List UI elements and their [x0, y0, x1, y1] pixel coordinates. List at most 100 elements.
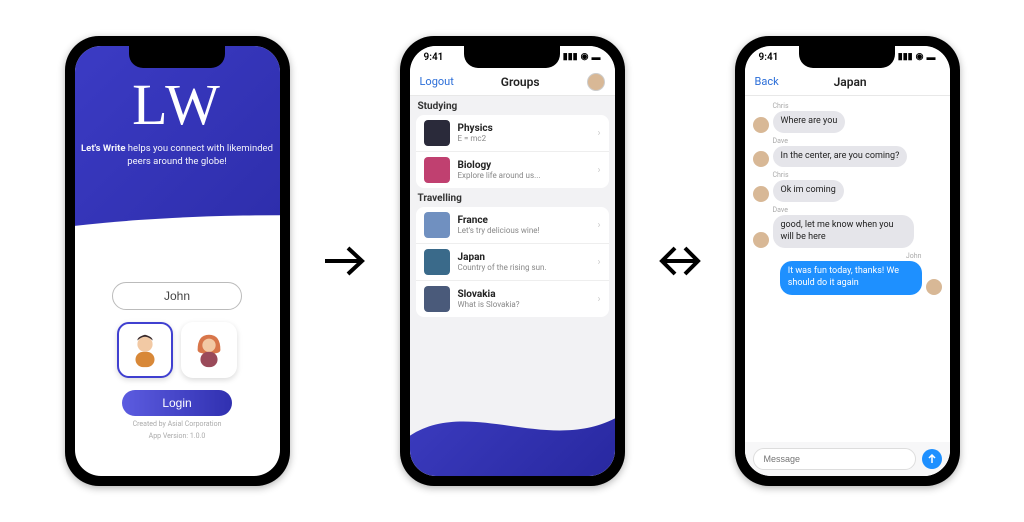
avatar-picker	[117, 322, 237, 378]
status-time: 9:41	[759, 52, 779, 63]
groups-body[interactable]: StudyingPhysicsE = mc2›BiologyExplore li…	[410, 96, 615, 476]
avatar-option-female[interactable]	[181, 322, 237, 378]
list-item-text: BiologyExplore life around us...	[458, 160, 590, 180]
list-item[interactable]: FranceLet's try delicious wine! ›	[416, 207, 609, 244]
battery-icon: ▬	[927, 52, 936, 63]
status-icons: ▮▮▮ ◉ ▬	[563, 52, 601, 63]
chevron-right-icon: ›	[597, 128, 600, 139]
message-sender: Chris	[773, 171, 844, 179]
section-header: Travelling	[410, 188, 615, 207]
message-column: JohnIt was fun today, thanks! We should …	[780, 252, 922, 294]
back-link[interactable]: Back	[755, 75, 779, 88]
list-item-title: Physics	[458, 123, 590, 134]
wifi-icon: ◉	[581, 52, 589, 62]
version-text: App Version: 1.0.0	[149, 432, 206, 440]
list-item-title: Biology	[458, 160, 590, 171]
notch	[799, 46, 895, 68]
phone-groups: 9:41 ▮▮▮ ◉ ▬ Logout Groups StudyingPhysi…	[400, 36, 625, 486]
page-title: Japan	[834, 75, 867, 89]
name-input[interactable]	[112, 282, 242, 310]
profile-avatar[interactable]	[587, 73, 605, 91]
signal-icon: ▮▮▮	[898, 52, 913, 62]
send-button[interactable]	[922, 449, 942, 469]
message-bubble: Ok im coming	[773, 180, 844, 202]
list-item-subtitle: Country of the rising sun.	[458, 263, 590, 272]
decorative-wave	[410, 396, 615, 476]
groups-screen: 9:41 ▮▮▮ ◉ ▬ Logout Groups StudyingPhysi…	[410, 46, 615, 476]
list-card: FranceLet's try delicious wine!›JapanCou…	[416, 207, 609, 317]
avatar-option-male[interactable]	[117, 322, 173, 378]
list-item[interactable]: BiologyExplore life around us...›	[416, 152, 609, 188]
created-by-text: Created by Asial Corporation	[133, 420, 222, 428]
tagline: Let's Write helps you connect with likem…	[75, 142, 280, 169]
login-button[interactable]: Login	[122, 390, 232, 416]
message-row: ChrisOk im coming	[753, 171, 942, 202]
message-sender: Dave	[773, 137, 908, 145]
arrow-up-icon	[927, 454, 937, 464]
message-avatar	[926, 279, 942, 295]
message-column: Davegood, let me know when you will be h…	[773, 206, 915, 248]
message-row: DaveIn the center, are you coming?	[753, 137, 942, 168]
list-item-text: JapanCountry of the rising sun.	[458, 252, 590, 272]
status-time: 9:41	[424, 52, 444, 63]
nav-bar: Logout Groups	[410, 68, 615, 96]
list-thumbnail	[424, 120, 450, 146]
message-sender: Dave	[773, 206, 915, 214]
avatar-female-icon	[190, 331, 228, 369]
phone-login: LW Let's Write helps you connect with li…	[65, 36, 290, 486]
list-thumbnail	[424, 212, 450, 238]
list-thumbnail	[424, 157, 450, 183]
chevron-right-icon: ›	[597, 220, 600, 231]
message-column: DaveIn the center, are you coming?	[773, 137, 908, 168]
message-avatar	[753, 117, 769, 133]
list-item-title: Japan	[458, 252, 590, 263]
message-column: ChrisOk im coming	[773, 171, 844, 202]
list-item-text: SlovakiaWhat is Slovakia?	[458, 289, 590, 309]
list-item-title: Slovakia	[458, 289, 590, 300]
list-thumbnail	[424, 249, 450, 275]
list-item[interactable]: JapanCountry of the rising sun. ›	[416, 244, 609, 281]
message-avatar	[753, 151, 769, 167]
avatar-male-icon	[126, 331, 164, 369]
list-thumbnail	[424, 286, 450, 312]
message-bubble: It was fun today, thanks! We should do i…	[780, 261, 922, 294]
message-row: Davegood, let me know when you will be h…	[753, 206, 942, 248]
message-bubble: Where are you	[773, 111, 846, 133]
login-screen: LW Let's Write helps you connect with li…	[75, 46, 280, 476]
wifi-icon: ◉	[916, 52, 924, 62]
chevron-right-icon: ›	[597, 257, 600, 268]
list-item[interactable]: SlovakiaWhat is Slovakia? ›	[416, 281, 609, 317]
page-title: Groups	[501, 75, 540, 89]
message-row: ChrisWhere are you	[753, 102, 942, 133]
message-input[interactable]	[753, 448, 916, 470]
app-logo: LW	[132, 76, 222, 134]
list-card: PhysicsE = mc2›BiologyExplore life aroun…	[416, 115, 609, 188]
list-item[interactable]: PhysicsE = mc2›	[416, 115, 609, 152]
battery-icon: ▬	[592, 52, 601, 63]
status-icons: ▮▮▮ ◉ ▬	[898, 52, 936, 63]
list-item-title: France	[458, 215, 590, 226]
message-bubble: good, let me know when you will be here	[773, 215, 915, 248]
login-hero: LW Let's Write helps you connect with li…	[75, 46, 280, 278]
message-avatar	[753, 186, 769, 202]
notch	[129, 46, 225, 68]
list-item-text: FranceLet's try delicious wine!	[458, 215, 590, 235]
list-item-subtitle: Let's try delicious wine!	[458, 226, 590, 235]
login-form: Login Created by Asial Corporation App V…	[75, 278, 280, 476]
phone-chat: 9:41 ▮▮▮ ◉ ▬ Back Japan ChrisWhere are y…	[735, 36, 960, 486]
message-sender: Chris	[773, 102, 846, 110]
message-bubble: In the center, are you coming?	[773, 146, 908, 168]
list-item-subtitle: Explore life around us...	[458, 171, 590, 180]
message-column: ChrisWhere are you	[773, 102, 846, 133]
arrow-right-icon	[320, 236, 370, 286]
arrow-bidirectional-icon	[655, 236, 705, 286]
brand-name: Let's Write	[81, 143, 125, 154]
chevron-right-icon: ›	[597, 294, 600, 305]
chat-scroll[interactable]: ChrisWhere are youDaveIn the center, are…	[745, 96, 950, 442]
logout-link[interactable]: Logout	[420, 75, 454, 88]
chat-screen: 9:41 ▮▮▮ ◉ ▬ Back Japan ChrisWhere are y…	[745, 46, 950, 476]
notch	[464, 46, 560, 68]
message-avatar	[753, 232, 769, 248]
chat-input-bar	[745, 442, 950, 476]
signal-icon: ▮▮▮	[563, 52, 578, 62]
